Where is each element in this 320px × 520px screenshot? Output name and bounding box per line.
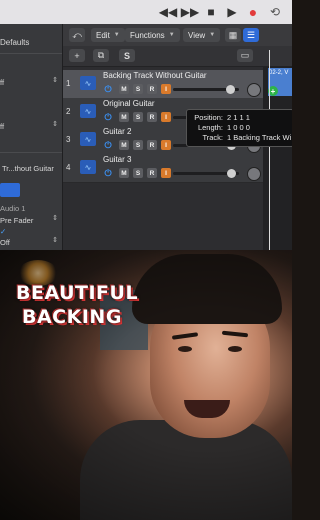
chevron-down-icon: ▼ xyxy=(168,32,175,38)
view-menu[interactable]: View ▼ xyxy=(183,28,221,42)
functions-menu[interactable]: Functions ▼ xyxy=(125,28,180,42)
track-header-bar: + ⧉ S ▭ xyxy=(63,46,292,67)
record-enable-button[interactable]: R xyxy=(147,84,157,94)
pan-knob[interactable] xyxy=(247,83,261,97)
grid-icon[interactable]: ▦ xyxy=(225,28,241,42)
chevron-updown-icon[interactable]: ⇕ xyxy=(52,236,58,244)
video-frame: BEAUTIFUL BACKING xyxy=(0,250,292,520)
mute-button[interactable]: M xyxy=(119,112,129,122)
rewind-icon[interactable]: ◀◀ xyxy=(158,3,178,21)
fader-knob[interactable] xyxy=(227,169,236,178)
tracks-toolbar: ⤺ Edit ▼ Functions ▼ View ▼ ▦ ☰ xyxy=(63,24,292,47)
chevron-down-icon: ▼ xyxy=(113,32,120,38)
duplicate-track-icon[interactable]: ⧉ xyxy=(93,49,109,62)
waveform-icon xyxy=(0,183,20,197)
tooltip-position-value: 2 1 1 1 xyxy=(227,113,250,122)
region-view-icon[interactable]: ▭ xyxy=(237,49,253,62)
tooltip-length-value: 1 0 0 0 xyxy=(227,123,250,132)
divider xyxy=(0,152,62,153)
solo-button[interactable]: S xyxy=(133,84,143,94)
functions-menu-label: Functions xyxy=(130,30,165,40)
input-monitor-button[interactable]: I xyxy=(161,168,171,178)
mute-button[interactable]: M xyxy=(119,140,129,150)
edit-menu[interactable]: Edit ▼ xyxy=(91,28,125,42)
tooltip-track-value: 1 Backing Track Wi xyxy=(227,133,292,142)
power-icon[interactable]: ⏻ xyxy=(103,168,113,178)
power-icon[interactable]: ⏻ xyxy=(103,140,113,150)
record-icon[interactable]: ● xyxy=(243,3,263,21)
inspector-audio-label: Audio 1 xyxy=(0,204,26,213)
caption-line-2: BACKING xyxy=(22,306,122,328)
edit-menu-label: Edit xyxy=(96,30,110,40)
track-name[interactable]: Guitar 3 xyxy=(103,155,131,164)
inspector-row-off[interactable]: ff xyxy=(0,78,4,87)
track-number: 4 xyxy=(66,163,71,172)
mute-button[interactable]: M xyxy=(119,168,129,178)
chevron-updown-icon[interactable]: ⇕ xyxy=(52,120,58,128)
solo-button[interactable]: S xyxy=(133,168,143,178)
divider xyxy=(0,53,62,54)
playhead[interactable] xyxy=(269,50,270,250)
cycle-icon[interactable]: ⟲ xyxy=(265,3,285,21)
track-row[interactable]: 4 ∿ Guitar 3 ⏻ M S R I xyxy=(63,154,263,183)
list-icon[interactable]: ☰ xyxy=(243,28,259,42)
input-monitor-button[interactable]: I xyxy=(161,112,171,122)
chevron-down-icon: ▼ xyxy=(209,32,216,38)
caption-line-1: BEAUTIFUL xyxy=(16,282,139,304)
tooltip-position-key: Position: xyxy=(194,113,223,122)
inspector-row-off[interactable]: Off xyxy=(0,238,10,247)
record-enable-button[interactable]: R xyxy=(147,140,157,150)
track-number: 2 xyxy=(66,107,71,116)
audio-track-icon: ∿ xyxy=(80,104,96,118)
input-monitor-button[interactable]: I xyxy=(161,140,171,150)
volume-fader[interactable] xyxy=(173,169,239,178)
inspector-pre-fader[interactable]: Pre Fader xyxy=(0,216,33,225)
power-icon[interactable]: ⏻ xyxy=(103,112,113,122)
view-menu-label: View xyxy=(188,30,206,40)
audio-track-icon: ∿ xyxy=(80,76,96,90)
play-icon[interactable]: ▶ xyxy=(222,3,242,21)
track-name[interactable]: Backing Track Without Guitar xyxy=(103,71,207,80)
stop-icon[interactable]: ■ xyxy=(201,3,221,21)
record-enable-button[interactable]: R xyxy=(147,168,157,178)
tooltip-length-key: Length: xyxy=(197,123,223,132)
inspector-defaults-label: Defaults xyxy=(0,38,30,47)
transport-bar: ◀◀ ▶▶ ■ ▶ ● ⟲ xyxy=(0,0,292,24)
track-number: 1 xyxy=(66,79,71,88)
checkmark-icon[interactable]: ✓ xyxy=(0,227,6,236)
daw-window: ◀◀ ▶▶ ■ ▶ ● ⟲ Defaults ff ⇕ ff ⇕ Tr...th… xyxy=(0,0,292,250)
inspector-region-name: Tr...thout Guitar xyxy=(2,164,54,173)
audio-track-icon: ∿ xyxy=(80,160,96,174)
mute-button[interactable]: M xyxy=(119,84,129,94)
global-solo-button[interactable]: S xyxy=(119,49,135,62)
add-track-icon[interactable]: + xyxy=(69,49,85,62)
solo-button[interactable]: S xyxy=(133,112,143,122)
volume-fader[interactable] xyxy=(173,85,239,94)
fast-forward-icon[interactable]: ▶▶ xyxy=(180,3,200,21)
track-number: 3 xyxy=(66,135,71,144)
record-enable-button[interactable]: R xyxy=(147,112,157,122)
chevron-updown-icon[interactable]: ⇕ xyxy=(52,214,58,222)
solo-button[interactable]: S xyxy=(133,140,143,150)
chevron-updown-icon[interactable]: ⇕ xyxy=(52,76,58,84)
fader-knob[interactable] xyxy=(226,85,235,94)
region-tooltip: Position: 2 1 1 1 Length: 1 0 0 0 Track:… xyxy=(186,109,292,147)
track-row[interactable]: 1 ∿ Backing Track Without Guitar ⏻ M S R I xyxy=(63,70,263,99)
pan-knob[interactable] xyxy=(247,167,261,181)
power-icon[interactable]: ⏻ xyxy=(103,84,113,94)
inspector-panel: Defaults ff ⇕ ff ⇕ Tr...thout Guitar Aud… xyxy=(0,24,63,250)
input-monitor-button[interactable]: I xyxy=(161,84,171,94)
track-name[interactable]: Original Guitar xyxy=(103,99,155,108)
audio-track-icon: ∿ xyxy=(80,132,96,146)
back-icon[interactable]: ⤺ xyxy=(69,28,85,42)
track-name[interactable]: Guitar 2 xyxy=(103,127,131,136)
region-label: 02-2, V xyxy=(269,70,289,76)
inspector-row-off[interactable]: ff xyxy=(0,122,4,131)
tooltip-track-key: Track: xyxy=(202,133,223,142)
